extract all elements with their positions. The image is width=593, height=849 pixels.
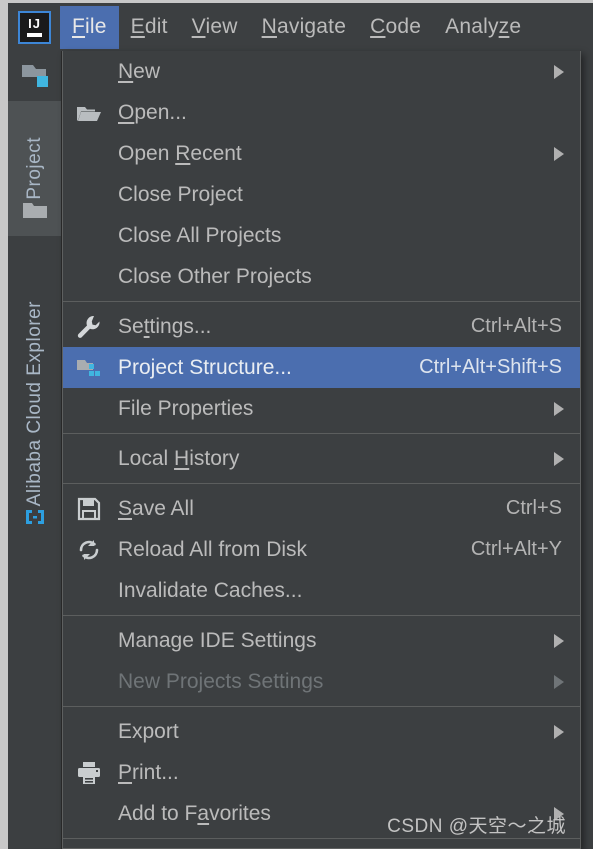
menubar-item-list: File Edit View Navigate Code Analyze [60, 3, 533, 51]
menubar-item-navigate[interactable]: Navigate [250, 6, 359, 49]
menu-item-shortcut: Ctrl+Alt+Y [470, 538, 562, 560]
intellij-idea-window: IJ File Edit View Navigate Code Analyze Proje… [0, 0, 593, 849]
save-icon [75, 495, 103, 523]
alibaba-cloud-icon [23, 506, 47, 528]
menu-item-label: New Projects Settings [118, 669, 324, 693]
logo-underline [27, 33, 42, 37]
menubar-item-edit[interactable]: Edit [119, 6, 180, 49]
menubar-item-label: View [191, 15, 238, 38]
submenu-arrow-icon [554, 633, 564, 648]
menu-item-open-recent[interactable]: Open Recent [63, 133, 580, 174]
menu-item-label: Close Project [118, 182, 243, 206]
sidebar-item-project[interactable]: Project [8, 101, 61, 236]
reload-icon [75, 536, 103, 564]
project-structure-icon [75, 354, 103, 382]
menu-item-shortcut: Ctrl+Alt+Shift+S [419, 356, 562, 378]
menubar-item-label: Edit [130, 15, 168, 38]
menu-item-reload-all-from-disk[interactable]: Reload All from Disk Ctrl+Alt+Y [63, 529, 580, 570]
submenu-arrow-icon [554, 401, 564, 416]
menu-separator [63, 483, 580, 484]
submenu-arrow-icon [554, 674, 564, 689]
menubar-item-label: File [72, 15, 107, 38]
menu-item-label: Save All [118, 496, 194, 520]
menu-item-close-project[interactable]: Close Project [63, 174, 580, 215]
menu-item-label: Close All Projects [118, 223, 282, 247]
menu-separator [63, 301, 580, 302]
menubar-item-label: Navigate [261, 15, 347, 38]
file-menu-item-list: New Open... Open Recent Close Project Close … [63, 51, 580, 849]
menu-item-project-structure[interactable]: Project Structure... Ctrl+Alt+Shift+S [63, 347, 580, 388]
menu-item-local-history[interactable]: Local History [63, 438, 580, 479]
menu-item-close-other-projects[interactable]: Close Other Projects [63, 256, 580, 297]
menu-item-close-all-projects[interactable]: Close All Projects [63, 215, 580, 256]
menu-item-label: Reload All from Disk [118, 537, 308, 561]
menubar-item-analyze[interactable]: Analyze [433, 6, 533, 49]
menubar-item-label: Code [370, 15, 422, 38]
intellij-idea-logo[interactable]: IJ [18, 10, 51, 44]
menu-item-open[interactable]: Open... [63, 92, 580, 133]
project-structure-icon[interactable] [18, 57, 52, 91]
sidebar-item-alibaba-cloud-explorer[interactable]: Alibaba Cloud Explorer [8, 246, 61, 546]
menu-separator [63, 433, 580, 434]
main-menubar: IJ File Edit View Navigate Code Analyze [8, 3, 593, 51]
logo-text: IJ [28, 16, 41, 31]
menubar-item-file[interactable]: File [60, 5, 119, 49]
sidebar-item-alibaba-cloud-explorer-label: Alibaba Cloud Explorer [23, 300, 45, 506]
menu-item-print[interactable]: Print... [63, 752, 580, 793]
submenu-arrow-icon [554, 724, 564, 739]
menu-item-label: Add to Favorites [118, 801, 271, 825]
menu-item-shortcut: Ctrl+S [505, 497, 562, 519]
submenu-arrow-icon [554, 451, 564, 466]
menu-item-label: Close Other Projects [118, 264, 312, 288]
menu-item-label: Manage IDE Settings [118, 628, 317, 652]
menu-item-label: Project Structure... [118, 355, 292, 379]
menu-item-manage-ide-settings[interactable]: Manage IDE Settings [63, 620, 580, 661]
file-menu-popup: New Open... Open Recent Close Project Close … [62, 51, 581, 849]
menu-item-power-save-mode[interactable]: Power Save Mode [63, 843, 580, 849]
menu-item-export[interactable]: Export [63, 711, 580, 752]
print-icon [75, 759, 103, 787]
menubar-item-label: Analyze [445, 15, 522, 38]
menu-item-label: File Properties [118, 396, 254, 420]
menu-item-new[interactable]: New [63, 51, 580, 92]
sidebar-item-project-label: Project [23, 137, 45, 200]
menu-item-label: Settings... [118, 314, 212, 338]
menu-item-label: Invalidate Caches... [118, 578, 303, 602]
wrench-icon [75, 313, 103, 341]
menu-item-label: Open... [118, 100, 187, 124]
window-border-left [0, 0, 8, 849]
menubar-item-code[interactable]: Code [358, 6, 433, 49]
menu-item-label: Print... [118, 760, 179, 784]
folder-icon [22, 200, 48, 220]
menubar-item-view[interactable]: View [180, 6, 250, 49]
menu-item-label: Export [118, 719, 179, 743]
menu-separator [63, 838, 580, 839]
submenu-arrow-icon [554, 146, 564, 161]
menu-item-file-properties[interactable]: File Properties [63, 388, 580, 429]
menu-item-label: New [118, 59, 161, 83]
menu-separator [63, 706, 580, 707]
menu-item-invalidate-caches[interactable]: Invalidate Caches... [63, 570, 580, 611]
tool-window-stripe-left: Project Alibaba Cloud Explorer [8, 51, 62, 849]
menu-item-new-projects-settings: New Projects Settings [63, 661, 580, 702]
submenu-arrow-icon [554, 64, 564, 79]
menu-item-settings[interactable]: Settings... Ctrl+Alt+S [63, 306, 580, 347]
menu-item-save-all[interactable]: Save All Ctrl+S [63, 488, 580, 529]
menu-item-shortcut: Ctrl+Alt+S [470, 315, 562, 337]
menu-item-add-to-favorites[interactable]: Add to Favorites [63, 793, 580, 834]
menu-separator [63, 615, 580, 616]
submenu-arrow-icon [554, 806, 564, 821]
menu-item-label: Local History [118, 446, 240, 470]
menu-item-label: Open Recent [118, 141, 242, 165]
open-folder-icon [75, 99, 103, 127]
